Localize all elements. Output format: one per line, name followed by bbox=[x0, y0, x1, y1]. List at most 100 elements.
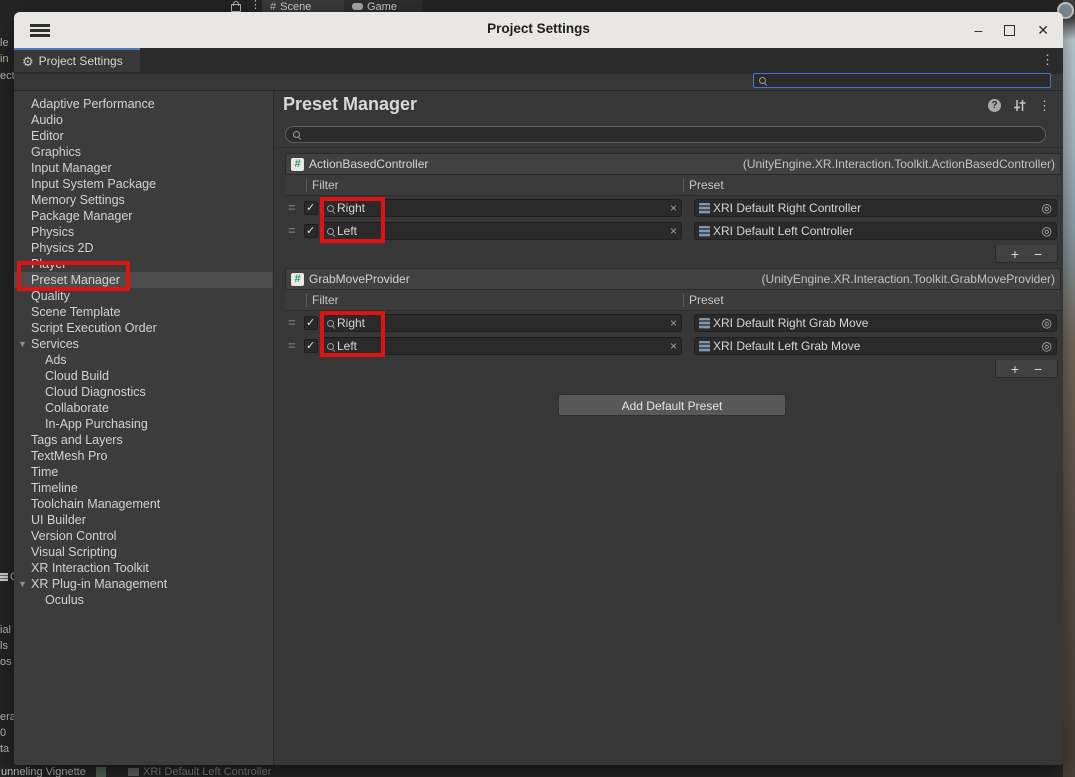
clear-icon[interactable]: × bbox=[670, 224, 677, 238]
sidebar-item-version-control[interactable]: Version Control bbox=[14, 528, 273, 544]
filter-field[interactable]: × bbox=[321, 199, 682, 217]
tab-project-settings[interactable]: ⚙ Project Settings bbox=[14, 48, 140, 72]
tab-scene[interactable]: # Scene bbox=[262, 0, 348, 12]
object-picker-icon[interactable]: ◎ bbox=[1042, 225, 1052, 237]
sidebar-item-audio[interactable]: Audio bbox=[14, 112, 273, 128]
sidebar-item-ui-builder[interactable]: UI Builder bbox=[14, 512, 273, 528]
foldout-arrow-icon[interactable]: ▼ bbox=[18, 576, 27, 592]
add-rule-button[interactable]: + bbox=[1011, 247, 1019, 261]
clear-icon[interactable]: × bbox=[670, 316, 677, 330]
divider bbox=[306, 179, 307, 192]
preset-search-field[interactable] bbox=[285, 126, 1046, 143]
tab-game[interactable]: Game bbox=[344, 0, 422, 12]
sidebar-item-package-manager[interactable]: Package Manager bbox=[14, 208, 273, 224]
sidebar-item-ads[interactable]: Ads bbox=[14, 352, 273, 368]
kebab-icon[interactable]: ⋮ bbox=[1038, 99, 1051, 112]
enabled-checkbox[interactable] bbox=[304, 201, 318, 215]
remove-rule-button[interactable]: − bbox=[1034, 362, 1042, 376]
sidebar-item-oculus[interactable]: Oculus bbox=[14, 592, 273, 608]
sidebar-item-timeline[interactable]: Timeline bbox=[14, 480, 273, 496]
sidebar-item-memory-settings[interactable]: Memory Settings bbox=[14, 192, 273, 208]
filter-field[interactable]: × bbox=[321, 314, 682, 332]
filter-field[interactable]: × bbox=[321, 222, 682, 240]
sidebar-item-tags-and-layers[interactable]: Tags and Layers bbox=[14, 432, 273, 448]
sidebar-item-cloud-build[interactable]: Cloud Build bbox=[14, 368, 273, 384]
enabled-checkbox[interactable] bbox=[304, 316, 318, 330]
clear-icon[interactable]: × bbox=[670, 339, 677, 353]
object-picker-icon[interactable]: ◎ bbox=[1042, 317, 1052, 329]
enabled-checkbox[interactable] bbox=[304, 224, 318, 238]
sidebar-item-player[interactable]: Player bbox=[14, 256, 273, 272]
sidebar-item-xr-plug-in-management[interactable]: ▼XR Plug-in Management bbox=[14, 576, 273, 592]
filter-input[interactable] bbox=[337, 339, 668, 353]
filter-input[interactable] bbox=[337, 224, 668, 238]
enabled-checkbox[interactable] bbox=[304, 339, 318, 353]
sidebar-item-physics[interactable]: Physics bbox=[14, 224, 273, 240]
sidebar-item-scene-template[interactable]: Scene Template bbox=[14, 304, 273, 320]
foldout-arrow-icon[interactable]: ▼ bbox=[18, 336, 27, 352]
preset-object-field[interactable]: XRI Default Left Controller ◎ bbox=[694, 222, 1057, 240]
maximize-button[interactable] bbox=[1004, 25, 1015, 36]
section-actionbasedcontroller: # ActionBasedController (UnityEngine.XR.… bbox=[285, 153, 1061, 265]
preset-object-field[interactable]: XRI Default Left Grab Move ◎ bbox=[694, 337, 1057, 355]
drag-handle-icon[interactable]: = bbox=[288, 338, 296, 353]
object-picker-icon[interactable]: ◎ bbox=[1042, 202, 1052, 214]
kebab-icon[interactable]: ⋮ bbox=[1041, 53, 1054, 66]
close-button[interactable]: ✕ bbox=[1037, 23, 1049, 37]
sidebar-item-editor[interactable]: Editor bbox=[14, 128, 273, 144]
sidebar-item-adaptive-performance[interactable]: Adaptive Performance bbox=[14, 96, 273, 112]
sidebar-item-collaborate[interactable]: Collaborate bbox=[14, 400, 273, 416]
section-name: ActionBasedController bbox=[309, 154, 428, 175]
sidebar-item-input-system-package[interactable]: Input System Package bbox=[14, 176, 273, 192]
preset-asset-icon bbox=[699, 203, 710, 214]
window-search-field[interactable] bbox=[753, 73, 1051, 88]
drag-handle-icon[interactable]: = bbox=[288, 315, 296, 330]
sidebar-item-cloud-diagnostics[interactable]: Cloud Diagnostics bbox=[14, 384, 273, 400]
bg-text-fragment: 0 bbox=[0, 727, 14, 739]
sidebar-item-in-app-purchasing[interactable]: In-App Purchasing bbox=[14, 416, 273, 432]
preset-name: XRI Default Right Grab Move bbox=[713, 316, 1039, 330]
minimize-button[interactable]: – bbox=[974, 23, 982, 37]
sidebar-item-time[interactable]: Time bbox=[14, 464, 273, 480]
add-default-preset-button[interactable]: Add Default Preset bbox=[558, 394, 786, 416]
sidebar-item-services[interactable]: ▼Services bbox=[14, 336, 273, 352]
window-search-input[interactable] bbox=[767, 75, 1046, 86]
tab-game-label: Game bbox=[367, 0, 397, 12]
sidebar-item-label: XR Interaction Toolkit bbox=[31, 561, 149, 575]
object-picker-icon[interactable]: ◎ bbox=[1042, 340, 1052, 352]
window-tabstrip: ⚙ Project Settings ⋮ bbox=[14, 48, 1063, 74]
sidebar-item-physics-2d[interactable]: Physics 2D bbox=[14, 240, 273, 256]
sidebar-item-quality[interactable]: Quality bbox=[14, 288, 273, 304]
clear-icon[interactable]: × bbox=[670, 201, 677, 215]
sidebar-item-visual-scripting[interactable]: Visual Scripting bbox=[14, 544, 273, 560]
sidebar-item-input-manager[interactable]: Input Manager bbox=[14, 160, 273, 176]
sidebar-item-preset-manager[interactable]: Preset Manager bbox=[14, 272, 273, 288]
divider bbox=[274, 147, 1063, 148]
preset-object-field[interactable]: XRI Default Right Grab Move ◎ bbox=[694, 314, 1057, 332]
sidebar-item-script-execution-order[interactable]: Script Execution Order bbox=[14, 320, 273, 336]
sidebar-item-toolchain-management[interactable]: Toolchain Management bbox=[14, 496, 273, 512]
filter-input[interactable] bbox=[337, 201, 668, 215]
preset-rule-row: = × XRI Default Right Controller ◎ bbox=[285, 197, 1061, 220]
sidebar-item-label: Editor bbox=[31, 129, 64, 143]
preset-sliders-icon[interactable] bbox=[1013, 99, 1026, 112]
filter-column-header: Filter bbox=[312, 290, 339, 311]
sidebar-item-graphics[interactable]: Graphics bbox=[14, 144, 273, 160]
sidebar-item-label: Physics bbox=[31, 225, 74, 239]
preset-object-field[interactable]: XRI Default Right Controller ◎ bbox=[694, 199, 1057, 217]
add-rule-button[interactable]: + bbox=[1011, 362, 1019, 376]
bg-text-fragment: os bbox=[0, 656, 14, 668]
help-icon[interactable]: ? bbox=[988, 99, 1001, 112]
window-titlebar[interactable]: Project Settings – ✕ bbox=[14, 12, 1063, 48]
filter-field[interactable]: × bbox=[321, 337, 682, 355]
sidebar-item-xr-interaction-toolkit[interactable]: XR Interaction Toolkit bbox=[14, 560, 273, 576]
drag-handle-icon[interactable]: = bbox=[288, 223, 296, 238]
remove-rule-button[interactable]: − bbox=[1034, 247, 1042, 261]
filter-input[interactable] bbox=[337, 316, 668, 330]
drag-handle-icon[interactable]: = bbox=[288, 200, 296, 215]
script-icon: # bbox=[291, 158, 304, 171]
sidebar-item-textmesh-pro[interactable]: TextMesh Pro bbox=[14, 448, 273, 464]
sidebar-item-label: Package Manager bbox=[31, 209, 132, 223]
preset-rule-row: = × XRI Default Left Controller ◎ bbox=[285, 220, 1061, 243]
preset-search-input[interactable] bbox=[301, 129, 1039, 141]
